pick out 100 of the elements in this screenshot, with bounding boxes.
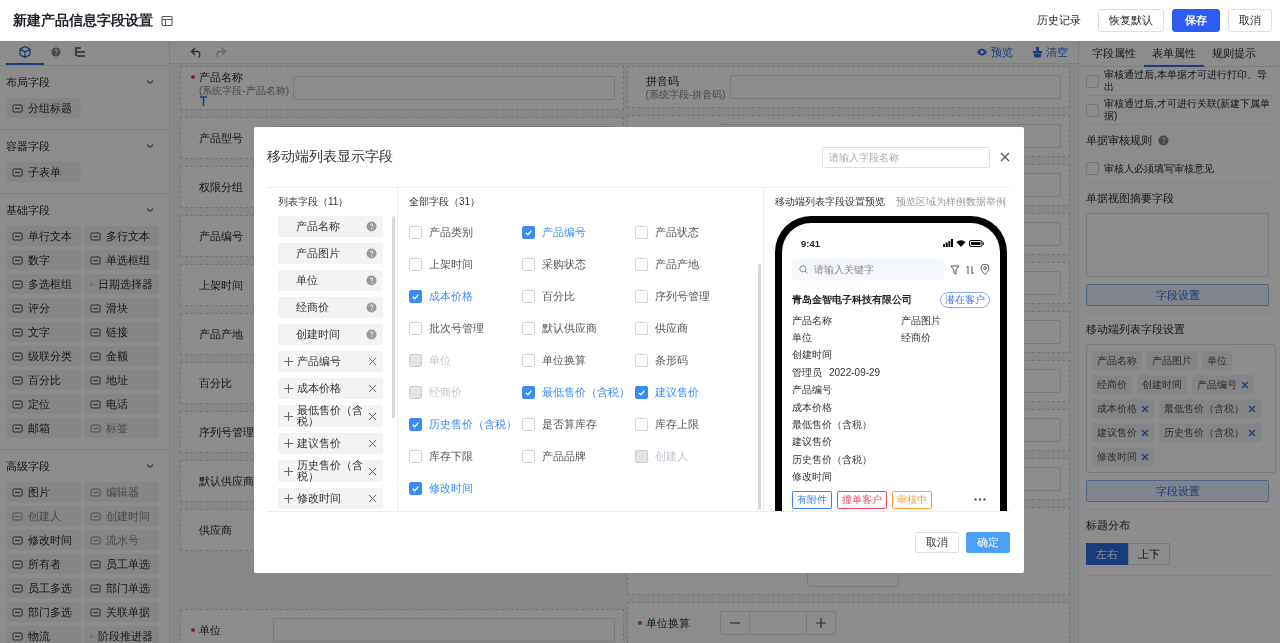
phone-search-field[interactable]: 请输入关键字 <box>792 259 944 280</box>
list-field-item[interactable]: 历史售价（含税） <box>278 460 383 482</box>
remove-icon[interactable] <box>1248 428 1256 437</box>
list-field-item[interactable]: 产品图片 <box>278 243 383 264</box>
drag-handle-icon[interactable] <box>284 357 293 366</box>
remove-icon[interactable] <box>368 494 377 503</box>
checkbox[interactable] <box>409 321 422 335</box>
drag-handle-icon[interactable] <box>284 411 293 421</box>
toolbar-action[interactable]: 清空 <box>1032 44 1068 60</box>
checkbox-label[interactable]: 产品产地 <box>655 256 699 272</box>
checkbox[interactable] <box>1086 162 1099 175</box>
list-field-item[interactable]: 建议售价 <box>278 433 383 454</box>
checkbox-label[interactable]: 建议售价 <box>655 384 699 400</box>
remove-icon[interactable] <box>1248 404 1256 413</box>
remove-icon[interactable] <box>1241 380 1249 389</box>
list-field-item[interactable]: 单位 <box>278 270 383 291</box>
field-type-item[interactable]: 级联分类 <box>6 346 81 366</box>
checkbox-label[interactable]: 库存上限 <box>655 416 699 432</box>
field-type-item[interactable]: 链接 <box>84 322 159 342</box>
checkbox-label[interactable]: 序列号管理 <box>655 288 710 304</box>
remove-icon[interactable] <box>368 439 377 448</box>
drag-handle-icon[interactable] <box>284 384 293 393</box>
drag-handle-icon[interactable] <box>284 494 293 503</box>
list-field-item[interactable]: 最低售价（含税） <box>278 405 383 427</box>
field-type-item[interactable]: 部门多选 <box>6 602 81 622</box>
panel-tab[interactable]: 表单属性 <box>1144 41 1204 67</box>
list-field-item[interactable]: 修改时间 <box>278 488 383 509</box>
field-type-item[interactable]: 评分 <box>6 298 81 318</box>
drag-handle-icon[interactable] <box>284 439 293 448</box>
field-type-item[interactable]: 定位 <box>6 394 81 414</box>
field-type-item[interactable]: 滑块 <box>84 298 159 318</box>
cancel-button[interactable]: 取消 <box>915 532 959 553</box>
field-type-item[interactable]: 阶段推进器 <box>84 626 159 643</box>
checkbox-label[interactable]: 最低售价（含税） <box>542 384 630 400</box>
field-type-item[interactable]: 多选框组 <box>6 274 81 294</box>
header-button[interactable]: 取消 <box>1228 9 1272 32</box>
field-type-item[interactable]: 物流 <box>6 626 81 643</box>
checkbox[interactable] <box>1086 103 1099 117</box>
segment-option[interactable]: 上下 <box>1128 543 1170 565</box>
field-type-item[interactable]: 部门单选 <box>84 578 159 598</box>
toolbar-action[interactable]: 预览 <box>976 44 1013 60</box>
checkbox-label[interactable]: 库存下限 <box>429 448 473 464</box>
field-type-item[interactable]: 图片 <box>6 482 81 502</box>
close-icon[interactable] <box>1000 152 1010 162</box>
remove-icon[interactable] <box>368 466 377 476</box>
remove-icon[interactable] <box>1141 428 1149 437</box>
field-type-item[interactable]: 邮箱 <box>6 418 81 438</box>
remove-icon[interactable] <box>368 411 377 421</box>
field-tag[interactable]: 产品图片 <box>1147 351 1197 370</box>
checkbox-label[interactable]: 默认供应商 <box>542 320 597 336</box>
checkbox-label[interactable]: 修改时间 <box>429 480 473 496</box>
chevron-icon[interactable] <box>145 205 155 215</box>
checkbox[interactable] <box>635 353 648 367</box>
checkbox[interactable] <box>522 353 535 367</box>
field-type-item[interactable]: 多行文本 <box>84 226 159 246</box>
field-type-item[interactable]: 员工单选 <box>84 554 159 574</box>
field-tag[interactable]: 单位 <box>1202 351 1232 370</box>
checkbox[interactable] <box>635 321 648 335</box>
field-type-item[interactable]: 关联单据 <box>84 602 159 622</box>
checkbox[interactable] <box>522 417 535 431</box>
more-icon[interactable] <box>974 498 986 502</box>
checkbox-label[interactable]: 审核通过后,才可进行关联(新建下属单据) <box>1104 98 1276 122</box>
redo-icon[interactable] <box>213 46 227 58</box>
checkbox-label[interactable]: 批次号管理 <box>429 320 484 336</box>
checkbox-label[interactable]: 是否算库存 <box>542 416 597 432</box>
checkbox-label[interactable]: 供应商 <box>655 320 688 336</box>
checkbox[interactable] <box>635 289 648 303</box>
checkbox[interactable] <box>522 289 535 303</box>
checkbox[interactable] <box>409 257 422 271</box>
list-field-item[interactable]: 经商价 <box>278 297 383 318</box>
checkbox-label[interactable]: 百分比 <box>542 288 575 304</box>
remove-icon[interactable] <box>1141 452 1149 461</box>
field-type-item[interactable]: 电话 <box>84 394 159 414</box>
checkbox-label[interactable]: 条形码 <box>655 352 688 368</box>
list-field-item[interactable]: 创建时间 <box>278 324 383 345</box>
field-type-item[interactable]: 单行文本 <box>6 226 81 246</box>
field-type-item[interactable]: 分组标题 <box>6 98 81 118</box>
checkbox[interactable] <box>409 289 422 303</box>
checkbox[interactable] <box>635 257 648 271</box>
field-type-item[interactable]: 员工多选 <box>6 578 81 598</box>
checkbox-label[interactable]: 采购状态 <box>542 256 586 272</box>
confirm-button[interactable]: 确定 <box>966 532 1010 553</box>
search-field[interactable]: 请输入字段名称 <box>822 146 990 168</box>
checkbox[interactable] <box>522 257 535 271</box>
chevron-icon[interactable] <box>145 461 155 471</box>
chevron-icon[interactable] <box>145 77 155 87</box>
checkbox[interactable] <box>409 449 422 463</box>
field-tag[interactable]: 最低售价（含税） <box>1159 399 1261 418</box>
field-type-item[interactable]: 百分比 <box>6 370 81 390</box>
field-settings-button[interactable]: 字段设置 <box>1086 480 1269 502</box>
checkbox[interactable] <box>522 321 535 335</box>
field-type-item[interactable]: 金额 <box>84 346 159 366</box>
chevron-icon[interactable] <box>145 141 155 151</box>
field-tag[interactable]: 产品名称 <box>1092 351 1142 370</box>
checkbox[interactable] <box>1086 74 1099 88</box>
checkbox-label[interactable]: 产品编号 <box>542 224 586 240</box>
list-field-item[interactable]: 产品编号 <box>278 351 383 372</box>
checkbox-label[interactable]: 产品类别 <box>429 224 473 240</box>
panel-tab[interactable]: 规则提示 <box>1204 41 1264 67</box>
filter-icon[interactable] <box>950 264 960 275</box>
